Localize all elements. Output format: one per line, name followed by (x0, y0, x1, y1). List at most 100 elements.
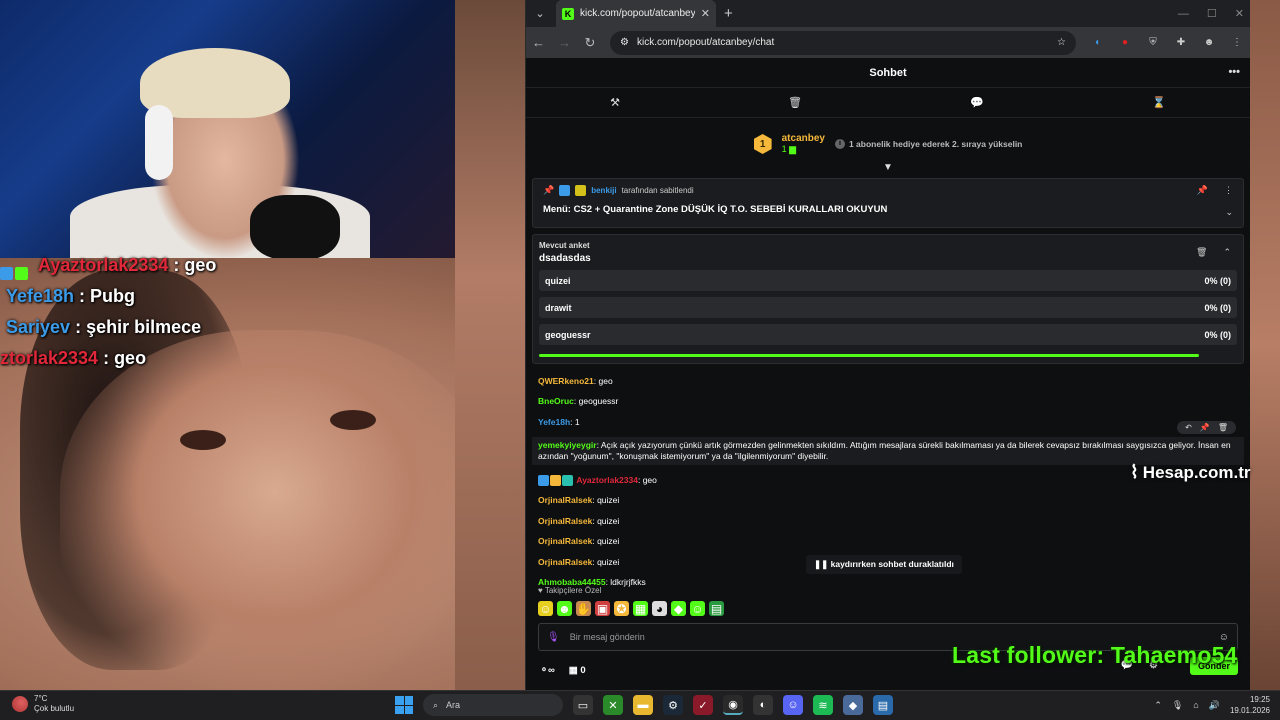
back-icon[interactable]: ← (532, 35, 545, 50)
poll-option[interactable]: geoguessr 0% (0) (539, 324, 1237, 345)
hesap-watermark: ⌇ Hesap.com.tr (1130, 462, 1251, 483)
emote-icon[interactable]: ☺ (690, 601, 705, 616)
chrome-icon[interactable]: ◉ (723, 695, 743, 715)
chat-username[interactable]: OrjinalRalsek (538, 516, 592, 526)
chat-message: BneOruc: geoguessr (538, 396, 619, 406)
weather-widget[interactable]: 7°C Çok bulutlu (12, 694, 74, 714)
delete-poll-icon[interactable]: 🗑 (1196, 247, 1207, 258)
overlay-user: ztorlak2334 (0, 348, 99, 368)
webcam-headphone (145, 105, 173, 180)
chat-header: Sohbet ••• (526, 58, 1250, 88)
badge-icons (538, 474, 574, 486)
emote-icon[interactable]: ▣ (595, 601, 610, 616)
volume-icon[interactable]: 🔊 (1209, 700, 1220, 711)
site-info-icon[interactable]: ⚙ (620, 37, 629, 48)
maximize-icon[interactable]: ☐ (1207, 7, 1217, 20)
pinned-by-user[interactable]: benkiji (591, 186, 616, 195)
windows-start-icon[interactable] (395, 696, 413, 714)
app-icon[interactable]: ✓ (693, 695, 713, 715)
emote-icon[interactable]: ◆ (671, 601, 686, 616)
chat-username[interactable]: Yefe18h (538, 417, 570, 427)
temperature: 7°C (34, 694, 48, 703)
url-field[interactable]: ⚙ kick.com/popout/atcanbey/chat ☆ (610, 30, 1076, 55)
chat-username[interactable]: yemekyiyeygir (538, 440, 597, 450)
connections-icon[interactable]: ⚬∞ (540, 665, 555, 676)
forward-icon[interactable]: → (558, 35, 571, 50)
kick-logo-icon: K (562, 7, 574, 20)
chat-username[interactable]: QWERkeno21 (538, 376, 594, 386)
spotify-icon[interactable]: ≋ (813, 695, 833, 715)
emote-icon[interactable]: ✋ (576, 601, 591, 616)
close-tab-icon[interactable]: ✕ (701, 7, 710, 20)
clock-date: 19.01.2026 (1229, 706, 1270, 715)
emote-icon[interactable]: ☺ (538, 601, 553, 616)
extension-icon[interactable]: ◖ (1090, 36, 1104, 50)
extensions-puzzle-icon[interactable]: ✚ (1174, 36, 1188, 50)
menu-dots-icon[interactable]: ⋮ (1230, 36, 1244, 50)
chat-username[interactable]: OrjinalRalsek (538, 536, 592, 546)
overlay-sep: : (74, 286, 91, 306)
reply-icon[interactable]: ↶ (1185, 423, 1192, 432)
chat-username[interactable]: OrjinalRalsek (538, 495, 592, 505)
clock[interactable]: 19:25 19.01.2026 (1230, 694, 1270, 716)
notepad-icon[interactable]: ▤ (873, 695, 893, 715)
store-icon[interactable]: ▦ 0 (569, 665, 586, 676)
chat-paused-indicator[interactable]: ❚❚ kaydırırken sohbet duraklatıldı (806, 555, 962, 574)
sub-badge-icon (575, 185, 587, 196)
chat-username[interactable]: BneOruc (538, 396, 574, 406)
chat-username[interactable]: Ayaztorlak2334 (576, 475, 638, 485)
poll-option[interactable]: drawit 0% (0) (539, 297, 1237, 318)
steam-icon[interactable]: ⚙ (663, 695, 683, 715)
ban-hammer-icon[interactable]: ⚒ (610, 96, 620, 109)
chat-bubble-icon[interactable]: 💬 (970, 96, 984, 109)
app-icon[interactable]: ◐ (753, 695, 773, 715)
overlay-user: Sariyev (6, 317, 71, 337)
more-options-icon[interactable]: ••• (1228, 66, 1240, 78)
new-tab-icon[interactable]: + (724, 5, 733, 22)
microphone-tray-icon[interactable]: 🎙 (1172, 700, 1183, 711)
bookmark-star-icon[interactable]: ☆ (1057, 37, 1066, 48)
emote-icon[interactable]: ▦ (633, 601, 648, 616)
tray-chevron-up-icon[interactable]: ⌃ (1154, 700, 1162, 711)
chat-title: Sohbet (869, 66, 907, 79)
pinned-header: 📌 benkiji tarafından sabitlendi (543, 185, 1233, 196)
chevron-up-icon[interactable]: ⌃ (1223, 247, 1231, 258)
poll-option[interactable]: quizei 0% (0) (539, 270, 1237, 291)
emote-icon[interactable]: ☻ (557, 601, 572, 616)
emote-icon[interactable]: ✪ (614, 601, 629, 616)
taskbar-search[interactable]: ⌕ Ara (423, 694, 563, 716)
emote-icon[interactable]: ▤ (709, 601, 724, 616)
file-explorer-icon[interactable]: ▬ (633, 695, 653, 715)
chat-text: quizei (597, 515, 620, 526)
extension-icon[interactable]: ● (1118, 36, 1132, 50)
chevron-down-icon[interactable]: ⌄ (1225, 207, 1233, 218)
minimize-icon[interactable]: — (1178, 8, 1189, 20)
pin-message-icon[interactable]: 📌 (1200, 423, 1210, 432)
browser-tab[interactable]: K kick.com/popout/atcanbey/chat ✕ (556, 0, 716, 27)
app-icon[interactable]: ◆ (843, 695, 863, 715)
network-icon[interactable]: ⌂ (1193, 700, 1198, 710)
unpin-icon[interactable]: 📌 (1197, 185, 1208, 196)
microphone-icon[interactable]: 🎙 (547, 632, 560, 643)
delete-message-icon[interactable]: 🗑 (1218, 423, 1228, 432)
profile-avatar-icon[interactable]: ☻ (1202, 36, 1216, 50)
close-window-icon[interactable]: ✕ (1235, 7, 1244, 20)
collapse-handle-icon[interactable]: ▼ (883, 162, 893, 173)
emote-icon[interactable]: ◕ (652, 601, 667, 616)
xbox-app-icon[interactable]: ✕ (603, 695, 623, 715)
chat-text: ldkrjrjfkks (610, 577, 646, 588)
chat-username[interactable]: OrjinalRalsek (538, 557, 592, 567)
emoji-picker-icon[interactable]: ☺ (1219, 632, 1229, 643)
task-view-icon[interactable]: ▭ (573, 695, 593, 715)
trash-icon[interactable]: 🗑 (788, 96, 802, 109)
reload-icon[interactable]: ↻ (584, 35, 596, 51)
hourglass-icon[interactable]: ⌛ (1152, 96, 1166, 109)
tab-search-chevron-icon[interactable]: ⌄ (530, 4, 550, 24)
chat-message: QWERkeno21: geo (538, 375, 613, 386)
discord-icon[interactable]: ☺ (783, 695, 803, 715)
weather-icon (12, 696, 28, 712)
overlay-text: geo (114, 348, 147, 368)
pinned-more-icon[interactable]: ⋮ (1224, 185, 1233, 196)
chat-text: Açık açık yazıyorum çünkü artık görmezde… (538, 440, 1231, 461)
shield-icon[interactable]: ⛨ (1146, 36, 1160, 50)
